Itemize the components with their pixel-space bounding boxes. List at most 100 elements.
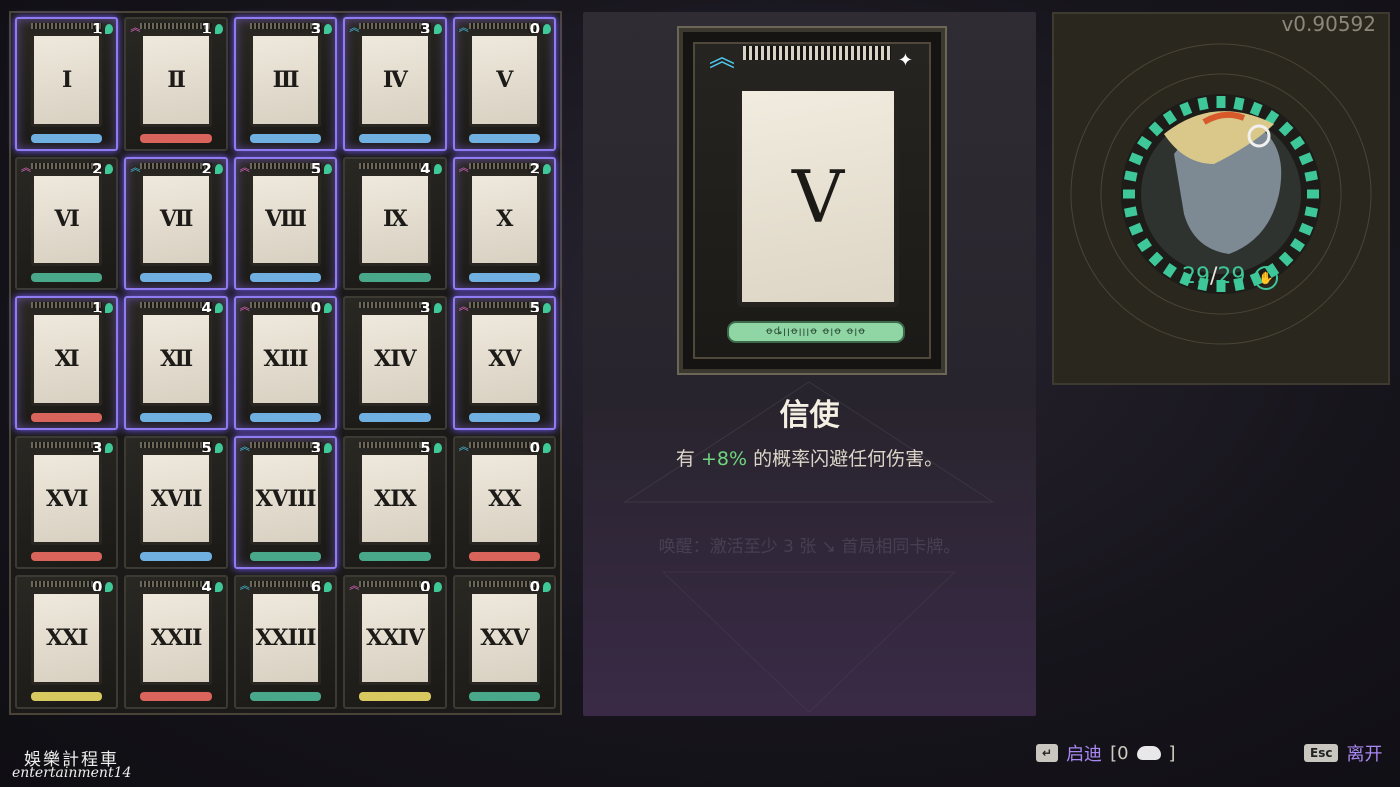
arcana-card[interactable]: 4 XXII	[124, 575, 228, 709]
hp-segment	[1124, 170, 1138, 182]
grasp-icon	[433, 442, 442, 453]
rank-icon: ︽	[458, 23, 469, 34]
grasp-icon	[543, 24, 551, 34]
arcana-card[interactable]: 4Ⅸ	[343, 156, 447, 291]
rank-icon: ︽	[239, 441, 250, 453]
card-title: 信使	[779, 398, 840, 433]
rank-icon: ︽	[349, 581, 360, 593]
hp-current: 29	[1182, 264, 1210, 289]
card-banner	[359, 552, 431, 562]
card-numeral: Ⅱ	[140, 33, 212, 127]
card-banner	[359, 412, 431, 422]
card-banner	[31, 133, 103, 143]
card-banner	[468, 273, 540, 283]
portrait-panel: v0.90592 29/29 ✋	[1052, 12, 1390, 385]
enlighten-action[interactable]: ↵ 启迪 [0 ]	[1036, 740, 1176, 766]
rank-icon: ︽	[21, 162, 31, 174]
hp-segment	[1179, 101, 1193, 117]
card-numeral: XVI	[31, 451, 103, 546]
card-numeral: Ⅶ	[140, 172, 212, 267]
card-banner	[468, 133, 540, 143]
card-banner	[140, 552, 212, 562]
grasp-icon	[214, 442, 223, 453]
card-numeral: XVII	[140, 451, 212, 546]
hp-segment	[1249, 101, 1263, 117]
card-numeral: Ⅹ	[468, 172, 540, 267]
arcana-card[interactable]: ︽ 2 Ⅶ	[124, 156, 228, 291]
card-banner: ꝋȡꞁꞁꝋꞁꞁꞁꝋ ꝋꞁꝋ ꝋꞁꝋ	[727, 321, 905, 343]
grasp-icon	[433, 303, 442, 314]
grasp-icon	[105, 303, 114, 314]
card-numeral: XXIV	[359, 591, 431, 685]
rank-icon: ︽	[458, 302, 469, 314]
card-banner	[140, 133, 212, 143]
arcana-card[interactable]: 5 XVII	[124, 435, 228, 570]
grasp-icon	[105, 163, 114, 174]
arcana-card[interactable]: ︽ 2 Ⅹ	[452, 156, 556, 291]
grasp-icon	[324, 442, 333, 453]
hp-segment	[1128, 152, 1144, 166]
card-banner	[31, 552, 103, 562]
card-banner	[249, 273, 322, 283]
card-banner	[249, 692, 322, 701]
selected-card-numeral: Ⅴ	[737, 86, 899, 307]
arcana-card[interactable]: 5 XIX	[343, 435, 447, 570]
grasp-icon	[324, 303, 333, 314]
hp-segment	[1124, 206, 1138, 218]
arcana-card[interactable]: ︽ 2 Ⅵ	[15, 156, 119, 291]
card-banner	[359, 273, 431, 283]
awaken-requirement: 唤醒：激活至少 3 张 ↘ 首局相同卡牌。	[658, 537, 961, 557]
arcana-card[interactable]: ︽ 0 XX	[452, 435, 556, 570]
arcana-card[interactable]: 0 XXI	[15, 575, 119, 709]
watermark-en: entertainment14	[12, 765, 132, 781]
ash-icon	[1136, 746, 1161, 760]
card-banner	[359, 133, 431, 143]
rank-icon: ︽	[458, 162, 469, 174]
rank-icon: ︽	[239, 581, 250, 593]
card-description: 有 +8% 的概率闪避任何伤害。	[583, 444, 1036, 471]
arcana-card[interactable]: 1Ⅰ	[15, 17, 119, 151]
exit-action[interactable]: Esc 离开	[1304, 740, 1382, 766]
arcana-card[interactable]: ︽ 3 Ⅳ	[343, 17, 447, 151]
arcana-card[interactable]: ︽ 5 XV	[452, 296, 556, 430]
card-numeral: XXI	[31, 591, 103, 685]
card-numeral: XV	[468, 312, 540, 406]
card-banner	[468, 412, 540, 422]
card-grid: 1 Ⅰ ︽ 1 Ⅱ 3 Ⅲ ︽ 3 Ⅳ ︽ 0 Ⅴ ︽ 2 Ⅵ ︽ 2 Ⅶ ︽ 5 Ⅷ 4 Ⅸ ︽ 2 Ⅹ 1 Ⅺ 4 Ⅻ ︽ 0 XIII 3 XI…	[9, 11, 562, 715]
arcana-card[interactable]: ︽ 5 Ⅷ	[233, 156, 338, 291]
arcana-card[interactable]: ︽ 0 XIII	[233, 296, 338, 430]
hp-segment	[1265, 110, 1280, 125]
card-numeral: Ⅴ	[468, 33, 540, 127]
grasp-icon	[324, 163, 333, 174]
card-numeral: XVIII	[249, 451, 322, 546]
card-banner	[140, 273, 212, 283]
card-banner	[468, 692, 540, 701]
grasp-icon	[214, 303, 223, 314]
grasp-icon	[543, 582, 551, 593]
card-numeral: Ⅷ	[249, 172, 322, 267]
card-numeral: Ⅻ	[140, 312, 212, 406]
arcana-card[interactable]: ︽ 0 XXIV	[343, 575, 447, 709]
arcana-card[interactable]: 3Ⅲ	[233, 17, 338, 151]
hp-max: 29	[1217, 264, 1246, 289]
arcana-card[interactable]: ︽ 0 Ⅴ	[452, 17, 556, 151]
arcana-card[interactable]: 3 XVI	[15, 435, 119, 570]
arcana-card[interactable]: ︽ 1 Ⅱ	[124, 17, 228, 151]
card-detail-panel: ︽ ✦ Ⅴ ꝋȡꞁꞁꝋꞁꞁꞁꝋ ꝋꞁꝋ ꝋꞁꝋ 信使 有 +8% 的概率闪避任何…	[583, 12, 1036, 716]
card-numeral: XXV	[468, 591, 540, 685]
arcana-card[interactable]: ︽ 6 XXIII	[233, 575, 338, 709]
hp-segment	[1304, 206, 1318, 218]
arcana-card[interactable]: 1Ⅺ	[15, 296, 119, 430]
arcana-card[interactable]: 0 XXV	[452, 575, 556, 709]
card-banner	[468, 552, 540, 562]
card-numeral: Ⅲ	[249, 33, 322, 127]
card-numeral: XIX	[359, 451, 431, 546]
card-banner	[31, 273, 103, 283]
arcana-card[interactable]: ︽ 3 XVIII	[233, 435, 338, 570]
grasp-icon	[105, 442, 114, 453]
grasp-icon	[433, 582, 442, 593]
arcana-card[interactable]: 4Ⅻ	[124, 296, 228, 430]
desc-prefix: 有	[675, 448, 701, 470]
hp-segment	[1278, 121, 1294, 137]
arcana-card[interactable]: 3 XIV	[343, 296, 447, 430]
